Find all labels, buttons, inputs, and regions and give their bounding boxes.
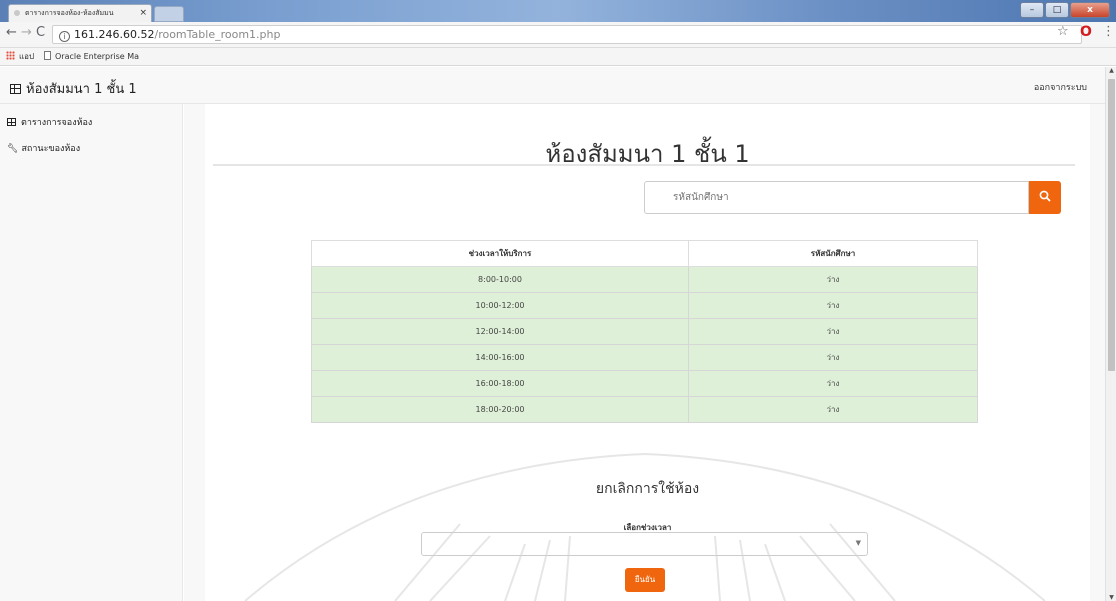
time-slot-cell: 18:00-20:00 (311, 396, 689, 423)
dropdown-caret-icon: ▼ (855, 539, 861, 547)
reload-icon[interactable]: C (36, 25, 45, 40)
column-header-student-id: รหัสนักศึกษา (688, 240, 978, 267)
table-row: 12:00-14:00 ว่าง (311, 318, 978, 345)
booking-table: ช่วงเวลาให้บริการ รหัสนักศึกษา 8:00-10:0… (311, 240, 978, 423)
table-row: 10:00-12:00 ว่าง (311, 292, 978, 319)
search-icon (1039, 190, 1051, 202)
window-title-bar: ตารางการจองห้อง-ห้องสัมมน × – □ x (0, 0, 1116, 22)
time-slot-select[interactable]: ▼ (421, 532, 868, 556)
student-id-search-input[interactable] (644, 181, 1029, 214)
table-row: 14:00-16:00 ว่าง (311, 344, 978, 371)
new-tab-button[interactable] (154, 6, 184, 22)
page-scrollbar[interactable]: ▲ ▼ (1105, 67, 1116, 601)
cancel-section-title: ยกเลิกการใช้ห้อง (595, 481, 700, 497)
table-row: 16:00-18:00 ว่าง (311, 370, 978, 397)
status-cell: ว่าง (688, 396, 978, 423)
url-path: /roomTable_room1.php (154, 28, 281, 41)
table-header-row: ช่วงเวลาให้บริการ รหัสนักศึกษา (311, 240, 978, 267)
browser-menu-icon[interactable]: ⋮ (1102, 24, 1115, 39)
tab-favicon-icon (14, 10, 20, 16)
browser-tab[interactable]: ตารางการจองห้อง-ห้องสัมมน × (8, 4, 152, 22)
url-input[interactable]: i 161.246.60.52/roomTable_room1.php (52, 25, 1082, 44)
logout-link[interactable]: ออกจากระบบ (1034, 80, 1087, 94)
forward-arrow-icon[interactable]: → (21, 25, 32, 40)
confirm-button[interactable]: ยืนยัน (625, 568, 665, 592)
scroll-down-icon[interactable]: ▼ (1106, 594, 1116, 601)
column-header-time-slot: ช่วงเวลาให้บริการ (311, 240, 689, 267)
bookmark-star-icon[interactable]: ☆ (1057, 24, 1069, 39)
scroll-thumb[interactable] (1108, 79, 1115, 371)
time-slot-cell: 8:00-10:00 (311, 266, 689, 293)
wrench-icon: 🔧︎ (7, 144, 19, 154)
content-panel: ห้องสัมมนา 1 ชั้น 1 ช่วงเวลาให้บริการ รห… (205, 104, 1090, 601)
table-grid-icon (7, 118, 16, 126)
navbar-brand[interactable]: ห้องสัมมนา 1 ชั้น 1 (10, 78, 137, 99)
table-grid-icon (10, 84, 21, 94)
sidebar: ตารางการจองห้อง 🔧︎ สถานะของห้อง (0, 104, 183, 601)
sidebar-item-booking-table[interactable]: ตารางการจองห้อง (7, 115, 92, 129)
time-slot-cell: 10:00-12:00 (311, 292, 689, 319)
page-icon (44, 51, 51, 60)
bookmark-apps[interactable]: แอป (6, 51, 34, 63)
table-row: 8:00-10:00 ว่าง (311, 266, 978, 293)
address-bar: ← → C i 161.246.60.52/roomTable_room1.php… (0, 22, 1116, 48)
sidebar-item-label: สถานะของห้อง (21, 144, 81, 154)
page-title: ห้องสัมมนา 1 ชั้น 1 (545, 140, 750, 168)
time-slot-cell: 12:00-14:00 (311, 318, 689, 345)
bookmarks-bar: แอป Oracle Enterprise Ma (0, 48, 1116, 66)
status-cell: ว่าง (688, 344, 978, 371)
bookmark-label: Oracle Enterprise Ma (55, 52, 140, 61)
status-cell: ว่าง (688, 370, 978, 397)
top-navbar: ห้องสัมมนา 1 ชั้น 1 ออกจากระบบ (0, 67, 1105, 104)
status-cell: ว่าง (688, 266, 978, 293)
opera-extension-icon[interactable]: O (1080, 24, 1092, 40)
url-host: 161.246.60.52 (74, 28, 155, 41)
maximize-button[interactable]: □ (1045, 2, 1069, 18)
main-content: ห้องสัมมนา 1 ชั้น 1 ช่วงเวลาให้บริการ รห… (184, 104, 1105, 601)
bookmark-oracle[interactable]: Oracle Enterprise Ma (44, 51, 139, 63)
sidebar-item-label: ตารางการจองห้อง (21, 118, 93, 128)
time-slot-cell: 16:00-18:00 (311, 370, 689, 397)
tab-title: ตารางการจองห้อง-ห้องสัมมน (25, 9, 114, 17)
bookmark-label: แอป (19, 52, 35, 61)
title-divider (213, 164, 1075, 166)
info-icon[interactable]: i (59, 31, 70, 42)
minimize-button[interactable]: – (1020, 2, 1044, 18)
scroll-up-icon[interactable]: ▲ (1106, 67, 1116, 74)
table-row: 18:00-20:00 ว่าง (311, 396, 978, 423)
sidebar-item-room-status[interactable]: 🔧︎ สถานะของห้อง (7, 141, 80, 155)
apps-grid-icon (6, 51, 15, 60)
back-arrow-icon[interactable]: ← (6, 25, 17, 40)
window-controls: – □ x (1020, 2, 1110, 18)
status-cell: ว่าง (688, 318, 978, 345)
close-window-button[interactable]: x (1070, 2, 1110, 18)
brand-label: ห้องสัมมนา 1 ชั้น 1 (26, 82, 137, 97)
tab-close-icon[interactable]: × (139, 5, 147, 21)
status-cell: ว่าง (688, 292, 978, 319)
search-button[interactable] (1029, 181, 1061, 214)
time-slot-cell: 14:00-16:00 (311, 344, 689, 371)
